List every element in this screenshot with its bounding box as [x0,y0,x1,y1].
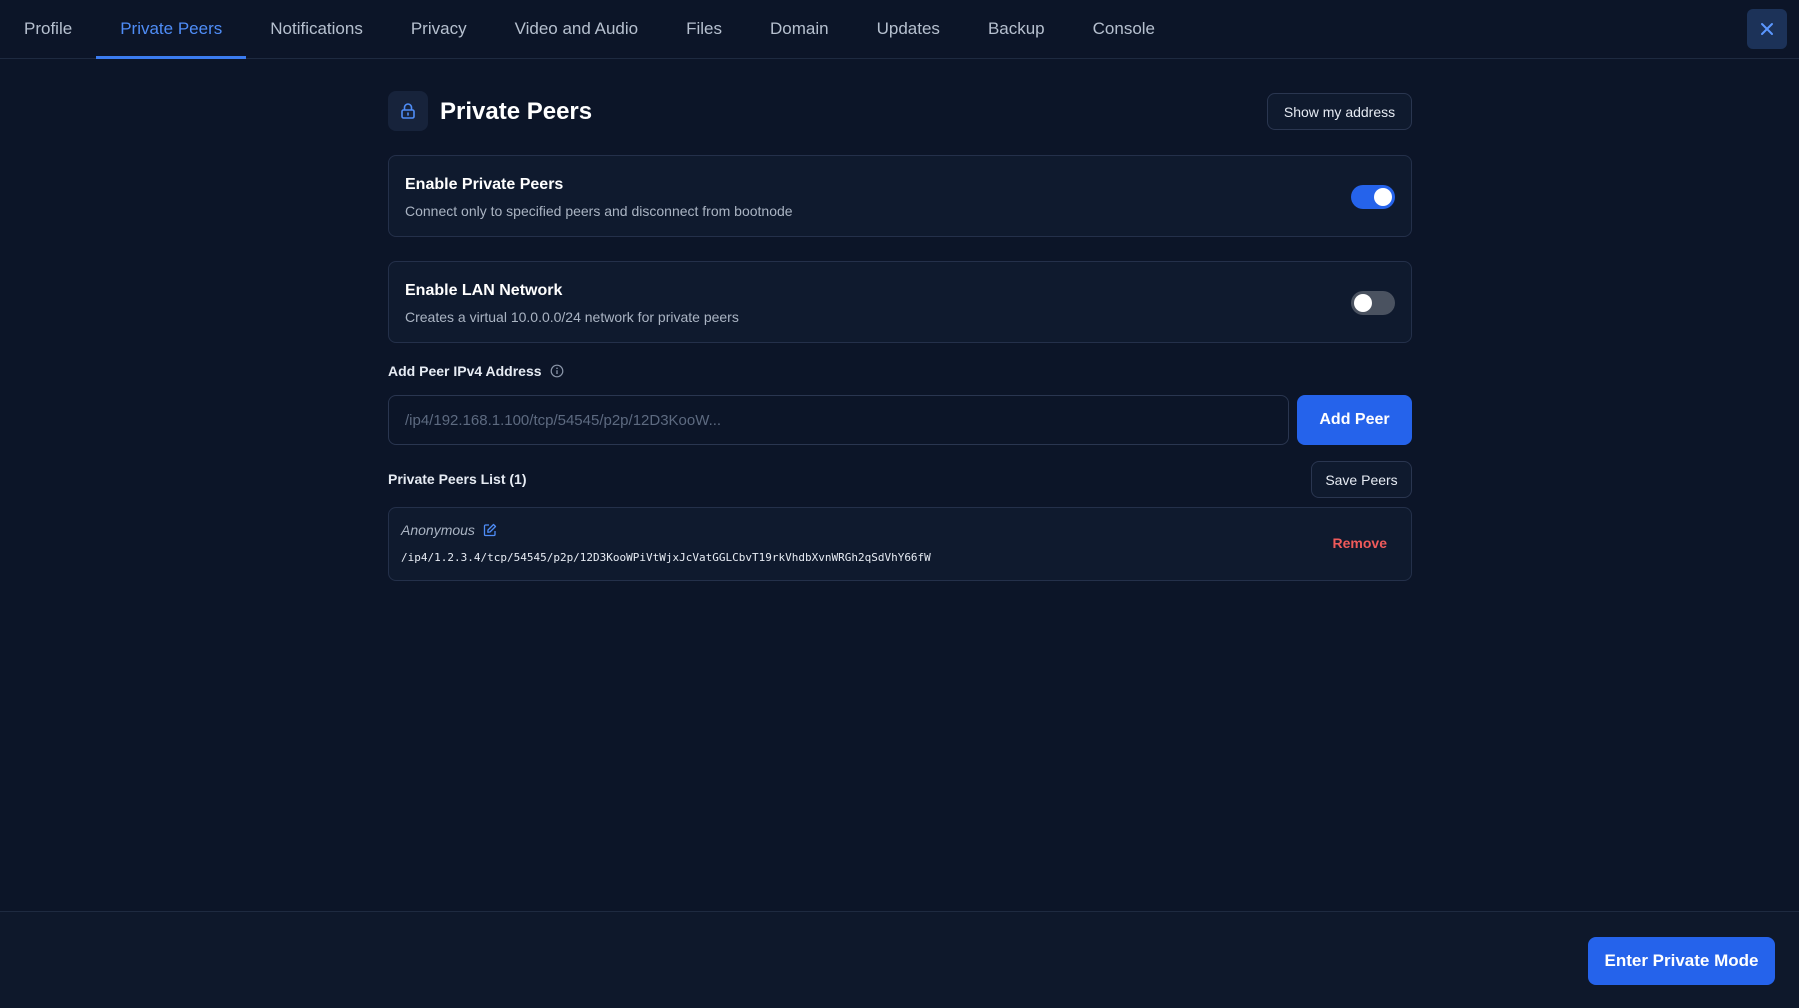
enable-lan-network-description: Creates a virtual 10.0.0.0/24 network fo… [405,309,739,325]
enable-lan-network-toggle[interactable] [1351,291,1395,315]
peer-name-row: Anonymous [401,522,497,538]
lock-icon-container [388,91,428,131]
tab-updates[interactable]: Updates [853,0,964,58]
peer-address-input[interactable] [388,395,1289,445]
toggle-knob [1374,188,1392,206]
top-navigation: Profile Private Peers Notifications Priv… [0,0,1799,59]
tab-profile[interactable]: Profile [0,0,96,58]
tab-backup[interactable]: Backup [964,0,1069,58]
close-icon [1761,23,1773,35]
lock-icon [401,103,415,119]
enable-private-peers-toggle[interactable] [1351,185,1395,209]
peer-name: Anonymous [401,522,475,538]
main-content: Private Peers Show my address Enable Pri… [388,91,1412,581]
tab-domain[interactable]: Domain [746,0,853,58]
tab-console[interactable]: Console [1069,0,1179,58]
settings-tabs: Profile Private Peers Notifications Priv… [0,0,1179,59]
enable-private-peers-title: Enable Private Peers [405,176,564,193]
close-button[interactable] [1747,9,1787,49]
page-header: Private Peers Show my address [388,91,1412,133]
peers-list-title: Private Peers List (1) [388,471,527,487]
remove-peer-button[interactable]: Remove [1333,535,1387,551]
show-my-address-button[interactable]: Show my address [1267,93,1412,130]
add-peer-label: Add Peer IPv4 Address [388,363,542,379]
list-item: Anonymous /ip4/1.2.3.4/tcp/54545/p2p/12D… [388,507,1412,581]
peer-address: /ip4/1.2.3.4/tcp/54545/p2p/12D3KooWPiVtW… [401,551,931,564]
edit-icon[interactable] [483,523,497,537]
enable-private-peers-card: Enable Private Peers Connect only to spe… [388,155,1412,237]
enter-private-mode-button[interactable]: Enter Private Mode [1588,937,1775,985]
page-title: Private Peers [440,98,593,125]
enable-lan-network-title: Enable LAN Network [405,282,563,299]
add-peer-button[interactable]: Add Peer [1297,395,1412,445]
footer-bar: Enter Private Mode [0,911,1799,1008]
peers-list-header: Private Peers List (1) Save Peers [388,461,1412,499]
save-peers-button[interactable]: Save Peers [1311,461,1412,498]
enable-private-peers-description: Connect only to specified peers and disc… [405,203,793,219]
add-peer-row: Add Peer [388,395,1412,445]
tab-files[interactable]: Files [662,0,746,58]
tab-private-peers[interactable]: Private Peers [96,0,247,59]
tab-notifications[interactable]: Notifications [246,0,387,58]
tab-video-and-audio[interactable]: Video and Audio [491,0,663,58]
tab-privacy[interactable]: Privacy [387,0,491,58]
add-peer-label-row: Add Peer IPv4 Address [388,361,1412,381]
info-icon[interactable] [550,364,564,378]
enable-lan-network-card: Enable LAN Network Creates a virtual 10.… [388,261,1412,343]
toggle-knob [1354,294,1372,312]
